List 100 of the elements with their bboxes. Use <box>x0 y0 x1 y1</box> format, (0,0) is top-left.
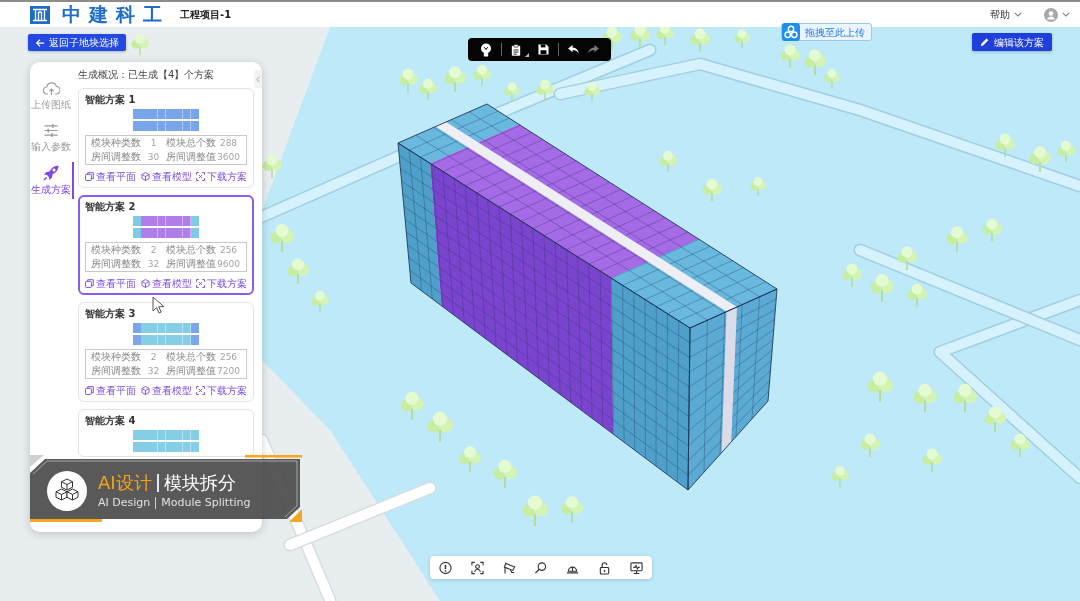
tree-drawing <box>1010 433 1030 458</box>
collapse-handle[interactable] <box>254 70 262 88</box>
stat-label: 房间调整数 <box>91 364 141 378</box>
stat-label: 房间调整数 <box>91 150 141 164</box>
stat-value: 288 <box>218 137 239 150</box>
tree-drawing <box>656 27 674 46</box>
action-link[interactable]: 下载方案 <box>196 384 247 397</box>
tree-drawing <box>536 79 554 102</box>
stat-value: 3600 <box>216 151 241 164</box>
scheme-card[interactable]: 智能方案 2 模块种类数 2 模块总个数 256 房间调整数 32 房间调整值9600 查看平面 查看模型 下载方案 <box>78 195 254 295</box>
stat-value: 32 <box>146 365 161 378</box>
edit-plan-button[interactable]: 编辑该方案 <box>972 33 1052 51</box>
help-menu[interactable]: 帮助 <box>990 8 1022 21</box>
sidebar-tab[interactable]: 输入参数 <box>30 120 74 156</box>
sidebar-tab[interactable]: 生成方案 <box>30 162 74 199</box>
scheme-title: 智能方案 2 <box>85 200 137 213</box>
tree-drawing <box>995 133 1015 158</box>
tree-drawing <box>459 446 481 473</box>
back-button[interactable]: 返回子地块选择 <box>28 34 126 51</box>
tree-drawing <box>584 82 600 102</box>
stat-label: 房间调整值 <box>166 150 216 164</box>
tree-drawing <box>953 383 977 413</box>
scheme-title: 智能方案 3 <box>85 307 137 320</box>
cubes-icon <box>47 470 87 511</box>
stat-value: 30 <box>146 151 161 164</box>
stat-label: 模块总个数 <box>166 136 216 150</box>
stat-value: 256 <box>218 351 239 364</box>
scheme-card[interactable]: 智能方案 4 <box>78 409 254 457</box>
tree-drawing <box>702 178 722 203</box>
tree-drawing <box>842 263 862 288</box>
save-icon[interactable] <box>538 44 549 55</box>
tree-drawing <box>780 44 800 69</box>
tree-drawing <box>131 33 149 56</box>
caret-icon[interactable] <box>525 52 529 57</box>
tree-drawing <box>870 273 894 303</box>
stat-value: 9600 <box>216 258 241 271</box>
scan-frame-icon <box>196 279 205 288</box>
upload-drop-zone[interactable]: 拖拽至此上传 <box>781 23 872 41</box>
banner-subtitle-english: Module Splitting <box>161 495 251 510</box>
tree-drawing <box>804 49 826 76</box>
search-icon[interactable] <box>534 560 548 575</box>
tree-drawing <box>984 406 1006 433</box>
chevron-left-icon <box>256 75 260 83</box>
tree-drawing <box>561 496 583 523</box>
stat-value: 2 <box>149 351 158 364</box>
action-link[interactable]: 查看平面 <box>85 277 136 290</box>
stat-label: 模块总个数 <box>166 243 216 257</box>
tree-drawing <box>262 154 282 179</box>
banner-subtitle: 模块拆分 <box>163 471 236 494</box>
scan-frame-icon <box>196 386 205 395</box>
tree-drawing <box>504 82 520 102</box>
clipboard-icon[interactable] <box>511 42 521 57</box>
action-link[interactable]: 查看模型 <box>140 170 192 183</box>
chevron-down-icon <box>1014 12 1022 17</box>
stat-label: 房间调整数 <box>91 257 141 271</box>
stat-value: 1 <box>149 137 158 150</box>
stat-label: 模块种类数 <box>91 243 141 257</box>
stat-label: 房间调整值 <box>166 257 216 271</box>
stat-value: 7200 <box>216 365 241 378</box>
scheme-card[interactable]: 智能方案 3 模块种类数 2 模块总个数 256 房间调整数 32 房间调整值7200 查看平面 查看模型 下载方案 <box>78 302 254 402</box>
unlock-icon[interactable] <box>597 560 611 575</box>
undo-icon[interactable] <box>568 45 579 54</box>
tree-drawing <box>493 459 517 489</box>
tree-drawing <box>1057 140 1075 163</box>
stat-label: 房间调整值 <box>166 364 216 378</box>
scheme-title: 智能方案 1 <box>85 93 137 106</box>
action-link[interactable]: 下载方案 <box>196 277 247 290</box>
tree-drawing <box>287 258 309 285</box>
tree-drawing <box>398 68 418 93</box>
lightbulb-icon[interactable] <box>480 42 492 57</box>
project-title: 工程项目-1 <box>180 8 232 22</box>
stat-value: 2 <box>149 244 158 257</box>
cube-icon <box>140 279 150 288</box>
tree-drawing <box>824 69 840 89</box>
tree-drawing <box>867 371 893 402</box>
scheme-card[interactable]: 智能方案 1 模块种类数 1 模块总个数 288 房间调整数 30 房间调整值3600 查看平面 查看模型 下载方案 <box>78 88 254 188</box>
tree-drawing <box>630 27 650 49</box>
security-camera-icon[interactable] <box>502 560 516 575</box>
action-link[interactable]: 查看平面 <box>85 384 136 397</box>
chevron-down-icon <box>1062 12 1070 17</box>
action-link[interactable]: 查看平面 <box>85 170 136 183</box>
copy-icon <box>85 386 94 395</box>
tree-drawing <box>270 223 294 253</box>
tree-drawing <box>427 411 453 442</box>
monitor-icon[interactable] <box>629 560 643 575</box>
action-link[interactable]: 查看模型 <box>140 277 192 290</box>
sidebar-tab[interactable]: 上传图纸 <box>30 78 74 114</box>
banner-title: AI设计 <box>98 471 152 494</box>
arrow-left-icon <box>35 37 45 48</box>
action-link[interactable]: 下载方案 <box>196 170 247 183</box>
rocket-icon <box>43 165 59 181</box>
logo-text: 中建科工 <box>62 5 170 24</box>
tree-drawing <box>690 28 710 53</box>
tree-drawing <box>750 177 766 197</box>
banner-title-english: AI Design <box>98 495 151 510</box>
tree-drawing <box>946 226 968 253</box>
stat-label: 模块种类数 <box>91 136 141 150</box>
face-scan-icon[interactable] <box>471 560 485 575</box>
action-link[interactable]: 查看模型 <box>140 384 192 397</box>
exclamation-circle-icon[interactable] <box>439 560 453 575</box>
